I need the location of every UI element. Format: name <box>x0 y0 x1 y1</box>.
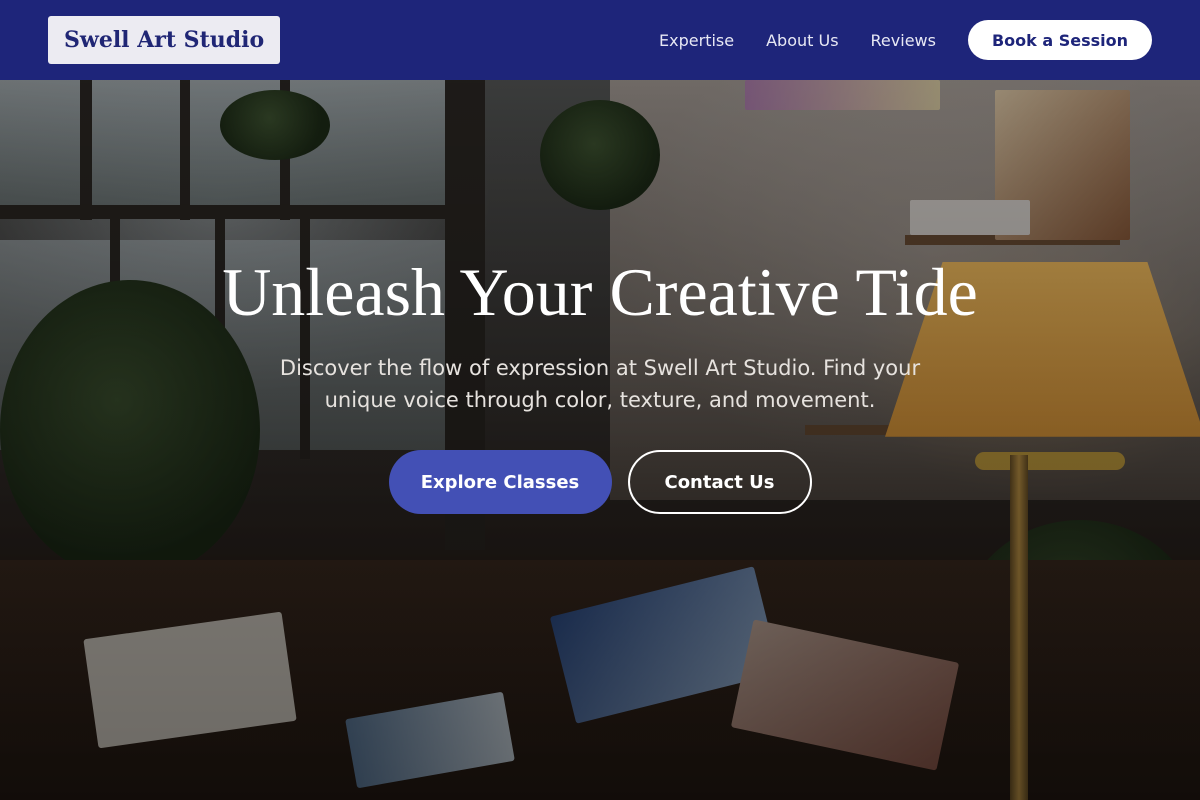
hero-actions: Explore Classes Contact Us <box>0 450 1200 514</box>
hero-subtitle: Discover the flow of expression at Swell… <box>279 356 921 412</box>
hero-section: Unleash Your Creative Tide Discover the … <box>0 250 1200 514</box>
top-navbar: Swell Art Studio Expertise About Us Revi… <box>0 0 1200 80</box>
hero-title: Unleash Your Creative Tide <box>222 254 978 330</box>
nav-link-expertise[interactable]: Expertise <box>659 31 734 50</box>
brand-logo[interactable]: Swell Art Studio <box>48 16 281 64</box>
nav-link-reviews[interactable]: Reviews <box>871 31 936 50</box>
book-session-button[interactable]: Book a Session <box>967 20 1152 60</box>
explore-classes-button[interactable]: Explore Classes <box>388 450 612 514</box>
contact-us-button[interactable]: Contact Us <box>627 450 812 514</box>
nav-link-about-us[interactable]: About Us <box>766 31 838 50</box>
nav-links: Expertise About Us Reviews Book a Sessio… <box>659 20 1152 60</box>
